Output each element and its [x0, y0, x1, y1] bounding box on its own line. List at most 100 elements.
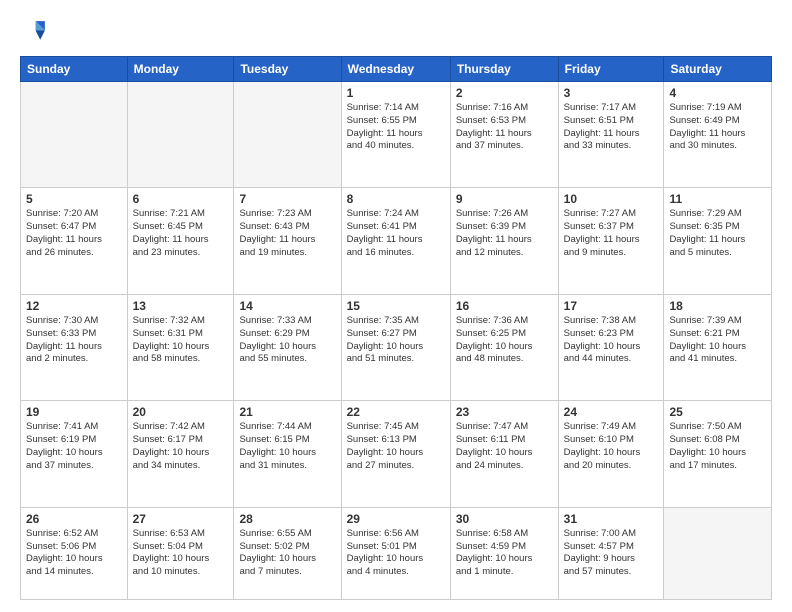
day-cell: 9 Sunrise: 7:26 AMSunset: 6:39 PMDaylight…: [450, 188, 558, 294]
day-cell: 23 Sunrise: 7:47 AMSunset: 6:11 PMDayligh…: [450, 401, 558, 507]
day-number: 23: [456, 405, 553, 419]
day-number: 6: [133, 192, 229, 206]
day-info: Sunrise: 7:39 AMSunset: 6:21 PMDaylight:…: [669, 315, 766, 366]
day-info: Sunrise: 7:50 AMSunset: 6:08 PMDaylight:…: [669, 421, 766, 472]
day-info: Sunrise: 7:41 AMSunset: 6:19 PMDaylight:…: [26, 421, 122, 472]
day-cell: [664, 507, 772, 599]
day-info: Sunrise: 7:29 AMSunset: 6:35 PMDaylight:…: [669, 208, 766, 259]
day-number: 3: [564, 86, 659, 100]
day-cell: 1 Sunrise: 7:14 AMSunset: 6:55 PMDaylight…: [341, 82, 450, 188]
day-number: 29: [347, 512, 445, 526]
day-number: 13: [133, 299, 229, 313]
day-number: 16: [456, 299, 553, 313]
day-cell: 20Sunrise: 7:42 AMSunset: 6:17 PMDayligh…: [127, 401, 234, 507]
day-number: 21: [239, 405, 335, 419]
calendar-page: SundayMondayTuesdayWednesdayThursdayFrid…: [0, 0, 792, 612]
day-number: 4: [669, 86, 766, 100]
day-number: 27: [133, 512, 229, 526]
day-info: Sunrise: 7:45 AMSunset: 6:13 PMDaylight:…: [347, 421, 445, 472]
week-row-4: 19 Sunrise: 7:41 AMSunset: 6:19 PMDayligh…: [21, 401, 772, 507]
day-cell: 25Sunrise: 7:50 AMSunset: 6:08 PMDayligh…: [664, 401, 772, 507]
day-info: Sunrise: 6:55 AMSunset: 5:02 PMDaylight:…: [239, 528, 335, 579]
day-info: Sunrise: 7:30 AMSunset: 6:33 PMDaylight:…: [26, 315, 122, 366]
day-number: 30: [456, 512, 553, 526]
day-cell: 2 Sunrise: 7:16 AMSunset: 6:53 PMDaylight…: [450, 82, 558, 188]
day-cell: 18 Sunrise: 7:39 AMSunset: 6:21 PMDayligh…: [664, 294, 772, 400]
day-number: 20: [133, 405, 229, 419]
day-info: Sunrise: 7:24 AMSunset: 6:41 PMDaylight:…: [347, 208, 445, 259]
day-cell: 31 Sunrise: 7:00 AMSunset: 4:57 PMDayligh…: [558, 507, 664, 599]
day-number: 12: [26, 299, 122, 313]
day-number: 31: [564, 512, 659, 526]
day-info: Sunrise: 6:56 AMSunset: 5:01 PMDaylight:…: [347, 528, 445, 579]
day-number: 24: [564, 405, 659, 419]
day-cell: 3 Sunrise: 7:17 AMSunset: 6:51 PMDaylight…: [558, 82, 664, 188]
day-number: 14: [239, 299, 335, 313]
day-info: Sunrise: 7:47 AMSunset: 6:11 PMDaylight:…: [456, 421, 553, 472]
day-cell: [21, 82, 128, 188]
day-info: Sunrise: 7:20 AMSunset: 6:47 PMDaylight:…: [26, 208, 122, 259]
day-cell: 7 Sunrise: 7:23 AMSunset: 6:43 PMDaylight…: [234, 188, 341, 294]
day-info: Sunrise: 7:14 AMSunset: 6:55 PMDaylight:…: [347, 102, 445, 153]
day-number: 17: [564, 299, 659, 313]
day-cell: 29 Sunrise: 6:56 AMSunset: 5:01 PMDayligh…: [341, 507, 450, 599]
header-cell-wednesday: Wednesday: [341, 57, 450, 82]
day-number: 22: [347, 405, 445, 419]
day-cell: 17 Sunrise: 7:38 AMSunset: 6:23 PMDayligh…: [558, 294, 664, 400]
day-number: 26: [26, 512, 122, 526]
day-info: Sunrise: 6:52 AMSunset: 5:06 PMDaylight:…: [26, 528, 122, 579]
day-info: Sunrise: 7:00 AMSunset: 4:57 PMDaylight:…: [564, 528, 659, 579]
header-row: SundayMondayTuesdayWednesdayThursdayFrid…: [21, 57, 772, 82]
day-cell: 26 Sunrise: 6:52 AMSunset: 5:06 PMDayligh…: [21, 507, 128, 599]
header-cell-saturday: Saturday: [664, 57, 772, 82]
day-cell: 13 Sunrise: 7:32 AMSunset: 6:31 PMDayligh…: [127, 294, 234, 400]
header-cell-thursday: Thursday: [450, 57, 558, 82]
header-cell-tuesday: Tuesday: [234, 57, 341, 82]
day-cell: 21 Sunrise: 7:44 AMSunset: 6:15 PMDayligh…: [234, 401, 341, 507]
day-info: Sunrise: 7:19 AMSunset: 6:49 PMDaylight:…: [669, 102, 766, 153]
day-number: 19: [26, 405, 122, 419]
day-info: Sunrise: 7:23 AMSunset: 6:43 PMDaylight:…: [239, 208, 335, 259]
day-cell: 30Sunrise: 6:58 AMSunset: 4:59 PMDayligh…: [450, 507, 558, 599]
day-info: Sunrise: 7:33 AMSunset: 6:29 PMDaylight:…: [239, 315, 335, 366]
day-cell: 4 Sunrise: 7:19 AMSunset: 6:49 PMDaylight…: [664, 82, 772, 188]
day-cell: 16 Sunrise: 7:36 AMSunset: 6:25 PMDayligh…: [450, 294, 558, 400]
header: [20, 18, 772, 46]
week-row-3: 12 Sunrise: 7:30 AMSunset: 6:33 PMDayligh…: [21, 294, 772, 400]
day-info: Sunrise: 7:36 AMSunset: 6:25 PMDaylight:…: [456, 315, 553, 366]
day-number: 7: [239, 192, 335, 206]
day-number: 18: [669, 299, 766, 313]
week-row-5: 26 Sunrise: 6:52 AMSunset: 5:06 PMDayligh…: [21, 507, 772, 599]
day-number: 28: [239, 512, 335, 526]
day-info: Sunrise: 7:21 AMSunset: 6:45 PMDaylight:…: [133, 208, 229, 259]
day-info: Sunrise: 7:32 AMSunset: 6:31 PMDaylight:…: [133, 315, 229, 366]
day-info: Sunrise: 7:16 AMSunset: 6:53 PMDaylight:…: [456, 102, 553, 153]
day-cell: [127, 82, 234, 188]
day-number: 9: [456, 192, 553, 206]
day-cell: 28 Sunrise: 6:55 AMSunset: 5:02 PMDayligh…: [234, 507, 341, 599]
day-cell: 24 Sunrise: 7:49 AMSunset: 6:10 PMDayligh…: [558, 401, 664, 507]
logo: [20, 18, 52, 46]
day-info: Sunrise: 7:38 AMSunset: 6:23 PMDaylight:…: [564, 315, 659, 366]
header-cell-friday: Friday: [558, 57, 664, 82]
day-cell: 14 Sunrise: 7:33 AMSunset: 6:29 PMDayligh…: [234, 294, 341, 400]
day-cell: 19 Sunrise: 7:41 AMSunset: 6:19 PMDayligh…: [21, 401, 128, 507]
day-cell: 11 Sunrise: 7:29 AMSunset: 6:35 PMDayligh…: [664, 188, 772, 294]
week-row-2: 5 Sunrise: 7:20 AMSunset: 6:47 PMDaylight…: [21, 188, 772, 294]
day-info: Sunrise: 6:53 AMSunset: 5:04 PMDaylight:…: [133, 528, 229, 579]
day-number: 11: [669, 192, 766, 206]
day-info: Sunrise: 7:27 AMSunset: 6:37 PMDaylight:…: [564, 208, 659, 259]
day-cell: [234, 82, 341, 188]
day-info: Sunrise: 7:44 AMSunset: 6:15 PMDaylight:…: [239, 421, 335, 472]
day-cell: 5 Sunrise: 7:20 AMSunset: 6:47 PMDaylight…: [21, 188, 128, 294]
day-number: 1: [347, 86, 445, 100]
day-info: Sunrise: 7:49 AMSunset: 6:10 PMDaylight:…: [564, 421, 659, 472]
day-info: Sunrise: 7:17 AMSunset: 6:51 PMDaylight:…: [564, 102, 659, 153]
day-number: 5: [26, 192, 122, 206]
day-cell: 10Sunrise: 7:27 AMSunset: 6:37 PMDayligh…: [558, 188, 664, 294]
day-number: 8: [347, 192, 445, 206]
day-info: Sunrise: 7:26 AMSunset: 6:39 PMDaylight:…: [456, 208, 553, 259]
day-cell: 27 Sunrise: 6:53 AMSunset: 5:04 PMDayligh…: [127, 507, 234, 599]
day-number: 2: [456, 86, 553, 100]
day-cell: 6 Sunrise: 7:21 AMSunset: 6:45 PMDaylight…: [127, 188, 234, 294]
